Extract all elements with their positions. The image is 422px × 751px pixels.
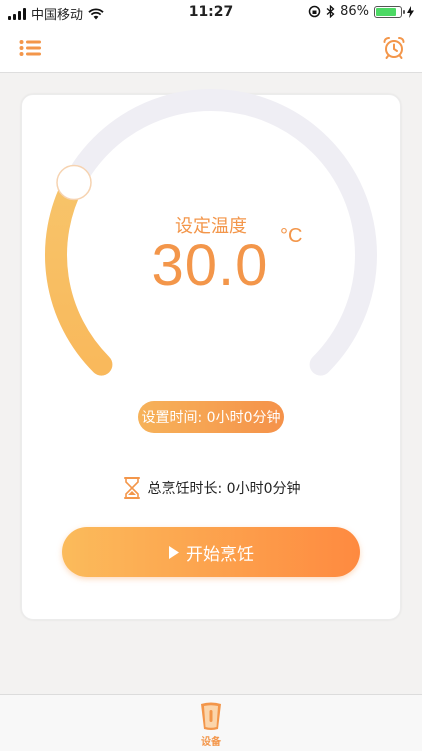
set-time-label: 设置时间: 0小时0分钟: [141, 410, 281, 426]
tab-device-label: 设备: [201, 737, 221, 748]
hourglass-icon: [123, 477, 140, 499]
total-cook-time-label: 总烹饪时长: 0小时0分钟: [147, 481, 301, 497]
start-cooking-label: 开始烹饪: [186, 544, 254, 565]
temperature-value: 30.0: [151, 233, 269, 298]
dial-active-arc: [45, 171, 113, 376]
play-icon: [169, 545, 179, 559]
dial-knob[interactable]: [56, 164, 92, 201]
start-cooking-button[interactable]: 开始烹饪: [62, 527, 360, 577]
tab-bar: 设备: [0, 694, 422, 751]
total-cook-time: 总烹饪时长: 0小时0分钟: [0, 476, 422, 500]
temperature-unit: °C: [280, 225, 303, 247]
tab-device[interactable]: 设备: [186, 701, 236, 749]
cup-icon: [201, 702, 221, 730]
set-time-button[interactable]: 设置时间: 0小时0分钟: [138, 401, 284, 433]
